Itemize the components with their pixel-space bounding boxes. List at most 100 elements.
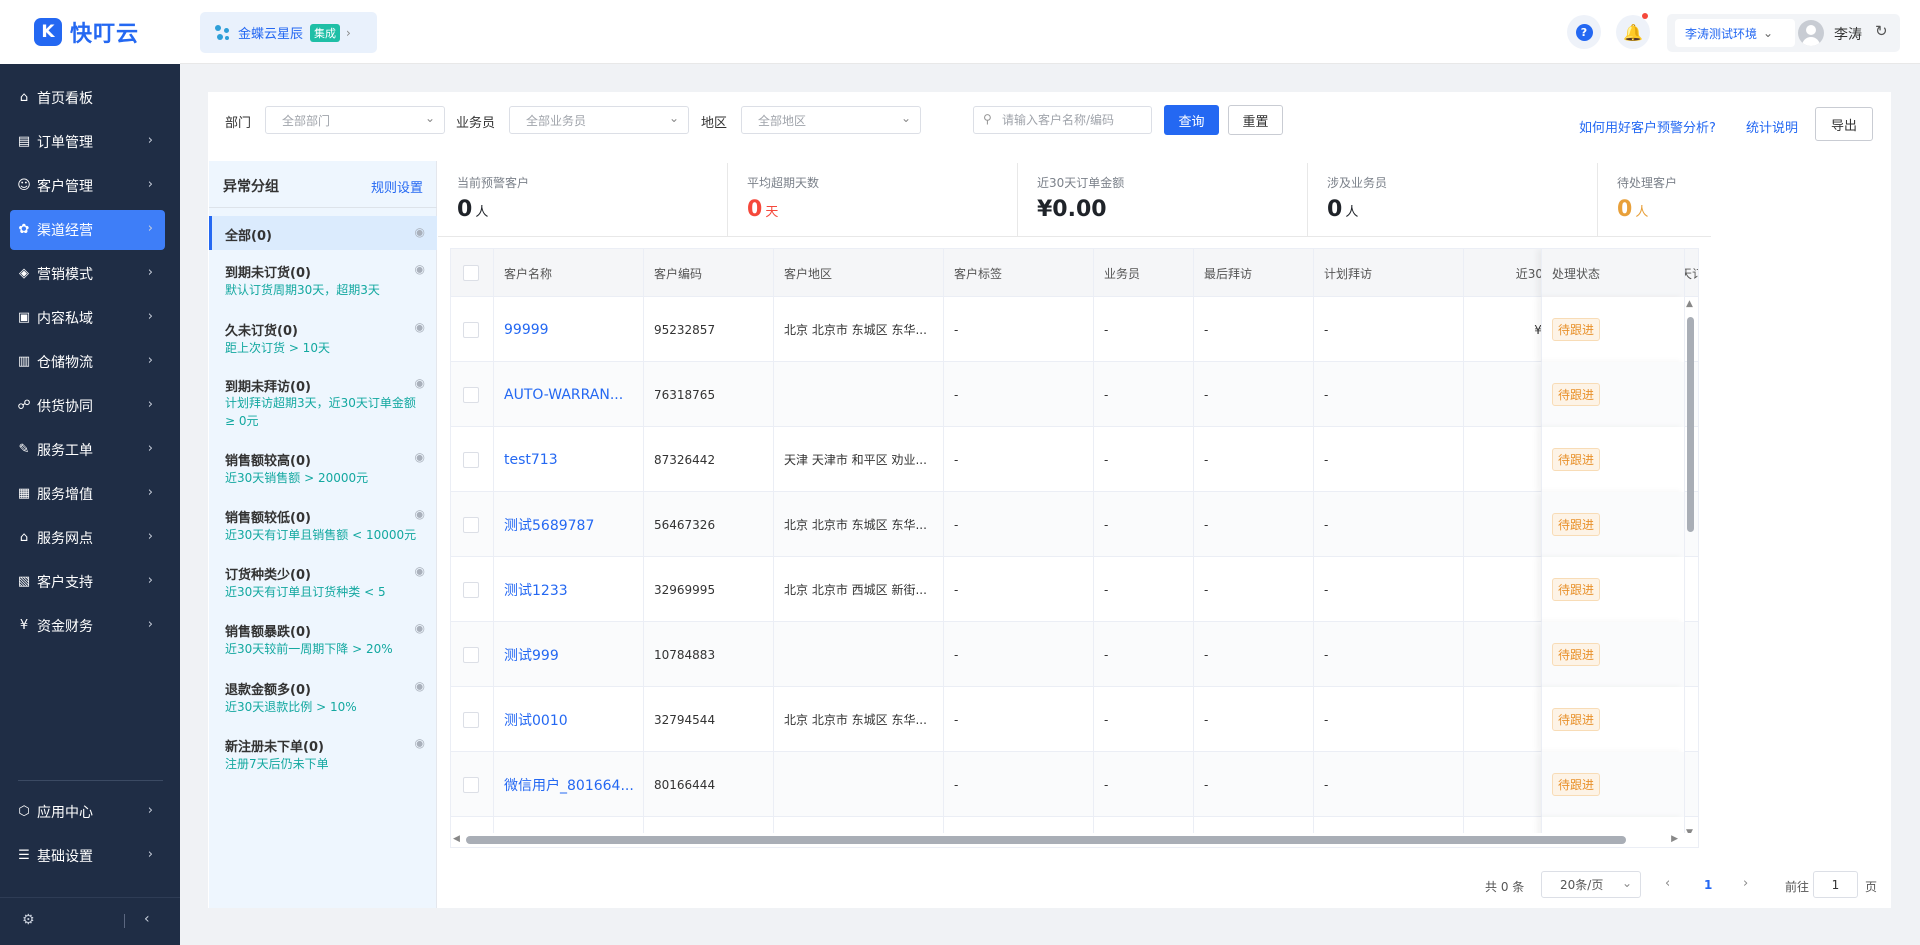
table-row[interactable]: test71387326442天津 天津市 和平区 劝业...----¥0.00…: [451, 427, 1698, 492]
row-checkbox[interactable]: [463, 516, 479, 533]
salesperson-select[interactable]: 全部业务员 ⌄: [509, 106, 689, 134]
current-page[interactable]: 1: [1704, 878, 1712, 892]
status-badge[interactable]: 待跟进: [1552, 578, 1601, 601]
stats-explain-link[interactable]: 统计说明: [1746, 117, 1798, 136]
table-row[interactable]: 测试99910784883----¥0.000待跟进: [451, 622, 1698, 687]
row-checkbox[interactable]: [463, 711, 479, 728]
cell-name[interactable]: 99999: [494, 297, 644, 362]
table-row[interactable]: 微信用户_801664...80166444----¥0.000待跟进: [451, 752, 1698, 817]
sidebar-item-5[interactable]: ◈ 营销模式 ›: [10, 254, 165, 294]
help-button[interactable]: ?: [1567, 15, 1601, 49]
kingdee-integration-badge[interactable]: 金蝶云星辰 集成 ›: [200, 12, 377, 53]
sidebar-item-12[interactable]: ▧ 客户支持 ›: [10, 562, 165, 602]
group-item[interactable]: 退款金额多(0) ◉ 近30天退款比例 > 10%: [209, 675, 437, 725]
sidebar-bottom-item-1[interactable]: ⬡ 应用中心 ›: [10, 792, 165, 832]
query-button[interactable]: 查询: [1164, 105, 1219, 135]
export-button[interactable]: 导出: [1815, 107, 1873, 141]
gear-icon[interactable]: ⚙: [22, 912, 35, 928]
column-header[interactable]: 客户标签: [944, 249, 1094, 297]
row-checkbox[interactable]: [463, 646, 479, 663]
goto-page-input[interactable]: 1: [1813, 871, 1858, 898]
group-item[interactable]: 订货种类少(0) ◉ 近30天有订单且订货种类 < 5: [209, 560, 437, 610]
group-item[interactable]: 到期未订货(0) ◉ 默认订货周期30天，超期3天: [209, 258, 437, 310]
eye-icon[interactable]: ◉: [415, 564, 425, 578]
cell-name[interactable]: 微信用户_801664...: [494, 752, 644, 817]
select-all-checkbox[interactable]: [463, 265, 479, 281]
sidebar-item-10[interactable]: ▦ 服务增值 ›: [10, 474, 165, 514]
column-header[interactable]: 最后拜访: [1194, 249, 1314, 297]
cell-name[interactable]: 测试5689787: [494, 492, 644, 557]
cell-name[interactable]: 测试999: [494, 622, 644, 687]
table-row[interactable]: 测试568978756467326北京 北京市 东城区 东华...----¥0.…: [451, 492, 1698, 557]
column-header[interactable]: 客户编码: [644, 249, 774, 297]
group-item[interactable]: 久未订货(0) ◉ 距上次订货 > 10天: [209, 316, 437, 364]
row-checkbox[interactable]: [463, 581, 479, 598]
column-header[interactable]: 业务员: [1094, 249, 1194, 297]
eye-icon[interactable]: ◉: [415, 262, 425, 276]
status-badge[interactable]: 待跟进: [1552, 708, 1601, 731]
sidebar-item-9[interactable]: ✎ 服务工单 ›: [10, 430, 165, 470]
status-badge[interactable]: 待跟进: [1552, 773, 1601, 796]
group-item[interactable]: 销售额较高(0) ◉ 近30天销售额 > 20000元: [209, 446, 437, 496]
customer-search-input[interactable]: [1002, 111, 1142, 129]
rule-settings-link[interactable]: 规则设置: [371, 177, 423, 196]
sidebar-item-8[interactable]: ☍ 供货协同 ›: [10, 386, 165, 426]
group-item[interactable]: 销售额暴跌(0) ◉ 近30天较前一周期下降 > 20%: [209, 617, 437, 667]
region-select[interactable]: 全部地区 ⌄: [741, 106, 921, 134]
eye-icon[interactable]: ◉: [415, 736, 425, 750]
sidebar-item-7[interactable]: ▥ 仓储物流 ›: [10, 342, 165, 382]
sidebar-item-3[interactable]: ☺ 客户管理 ›: [10, 166, 165, 206]
cell-name[interactable]: 测试0010: [494, 687, 644, 752]
column-header[interactable]: 处理状态: [1541, 249, 1685, 297]
refresh-icon[interactable]: ↻: [1875, 22, 1888, 40]
eye-icon[interactable]: ◉: [415, 376, 425, 390]
sidebar-item-4[interactable]: ✿ 渠道经营 ›: [10, 210, 165, 250]
table-row[interactable]: AUTO-WARRAN...76318765----¥0.000待跟进: [451, 362, 1698, 427]
environment-select[interactable]: 李涛测试环境 ⌄: [1675, 19, 1795, 47]
status-badge[interactable]: 待跟进: [1552, 318, 1601, 341]
eye-icon[interactable]: ◉: [415, 450, 425, 464]
horizontal-scrollbar[interactable]: ◀ ▶: [451, 833, 1698, 847]
collapse-sidebar-icon[interactable]: ‹: [144, 911, 150, 927]
cell-name[interactable]: test713: [494, 427, 644, 492]
status-badge[interactable]: 待跟进: [1552, 448, 1601, 471]
app-logo[interactable]: K 快叮云: [0, 0, 180, 64]
vertical-scrollbar[interactable]: ▲ ▼: [1685, 299, 1695, 838]
group-item[interactable]: 全部(0) ◉: [209, 216, 437, 250]
dept-select[interactable]: 全部部门 ⌄: [265, 106, 445, 134]
notification-button[interactable]: 🔔: [1616, 13, 1650, 49]
eye-icon[interactable]: ◉: [415, 679, 425, 693]
group-item[interactable]: 到期未拜访(0) ◉ 计划拜访超期3天，近30天订单金额 ≥ 0元: [209, 372, 437, 440]
status-badge[interactable]: 待跟进: [1552, 383, 1601, 406]
user-name[interactable]: 李涛: [1834, 24, 1862, 44]
group-item[interactable]: 新注册未下单(0) ◉ 注册7天后仍未下单: [209, 732, 437, 782]
scroll-left-icon[interactable]: ◀: [453, 834, 460, 844]
reset-button[interactable]: 重置: [1228, 105, 1283, 135]
group-item[interactable]: 销售额较低(0) ◉ 近30天有订单且销售额 < 10000元: [209, 503, 437, 553]
cell-name[interactable]: 测试1233: [494, 557, 644, 622]
sidebar-item-11[interactable]: ⌂ 服务网点 ›: [10, 518, 165, 558]
vertical-scroll-thumb[interactable]: [1687, 317, 1694, 532]
table-row[interactable]: 9999995232857北京 北京市 东城区 东华...----¥11,077…: [451, 297, 1698, 362]
eye-icon[interactable]: ◉: [415, 320, 425, 334]
column-header[interactable]: 客户地区: [774, 249, 944, 297]
next-page-button[interactable]: ›: [1743, 876, 1748, 891]
horizontal-scroll-thumb[interactable]: [466, 836, 1626, 844]
cell-name[interactable]: AUTO-WARRAN...: [494, 362, 644, 427]
status-badge[interactable]: 待跟进: [1552, 513, 1601, 536]
scroll-up-icon[interactable]: ▲: [1686, 299, 1693, 309]
eye-icon[interactable]: ◉: [415, 225, 425, 239]
status-badge[interactable]: 待跟进: [1552, 643, 1601, 666]
help-guide-link[interactable]: 如何用好客户预警分析?: [1579, 117, 1716, 136]
row-checkbox[interactable]: [463, 321, 479, 338]
sidebar-item-6[interactable]: ▣ 内容私域 ›: [10, 298, 165, 338]
sidebar-item-2[interactable]: ▤ 订单管理 ›: [10, 122, 165, 162]
table-row[interactable]: 测试001032794544北京 北京市 东城区 东华...----¥0.000…: [451, 687, 1698, 752]
avatar[interactable]: [1798, 20, 1824, 46]
eye-icon[interactable]: ◉: [415, 621, 425, 635]
column-header[interactable]: 计划拜访: [1314, 249, 1464, 297]
scroll-right-icon[interactable]: ▶: [1671, 834, 1678, 844]
page-size-select[interactable]: 20条/页 ⌄: [1541, 871, 1641, 898]
row-checkbox[interactable]: [463, 451, 479, 468]
row-checkbox[interactable]: [463, 776, 479, 793]
